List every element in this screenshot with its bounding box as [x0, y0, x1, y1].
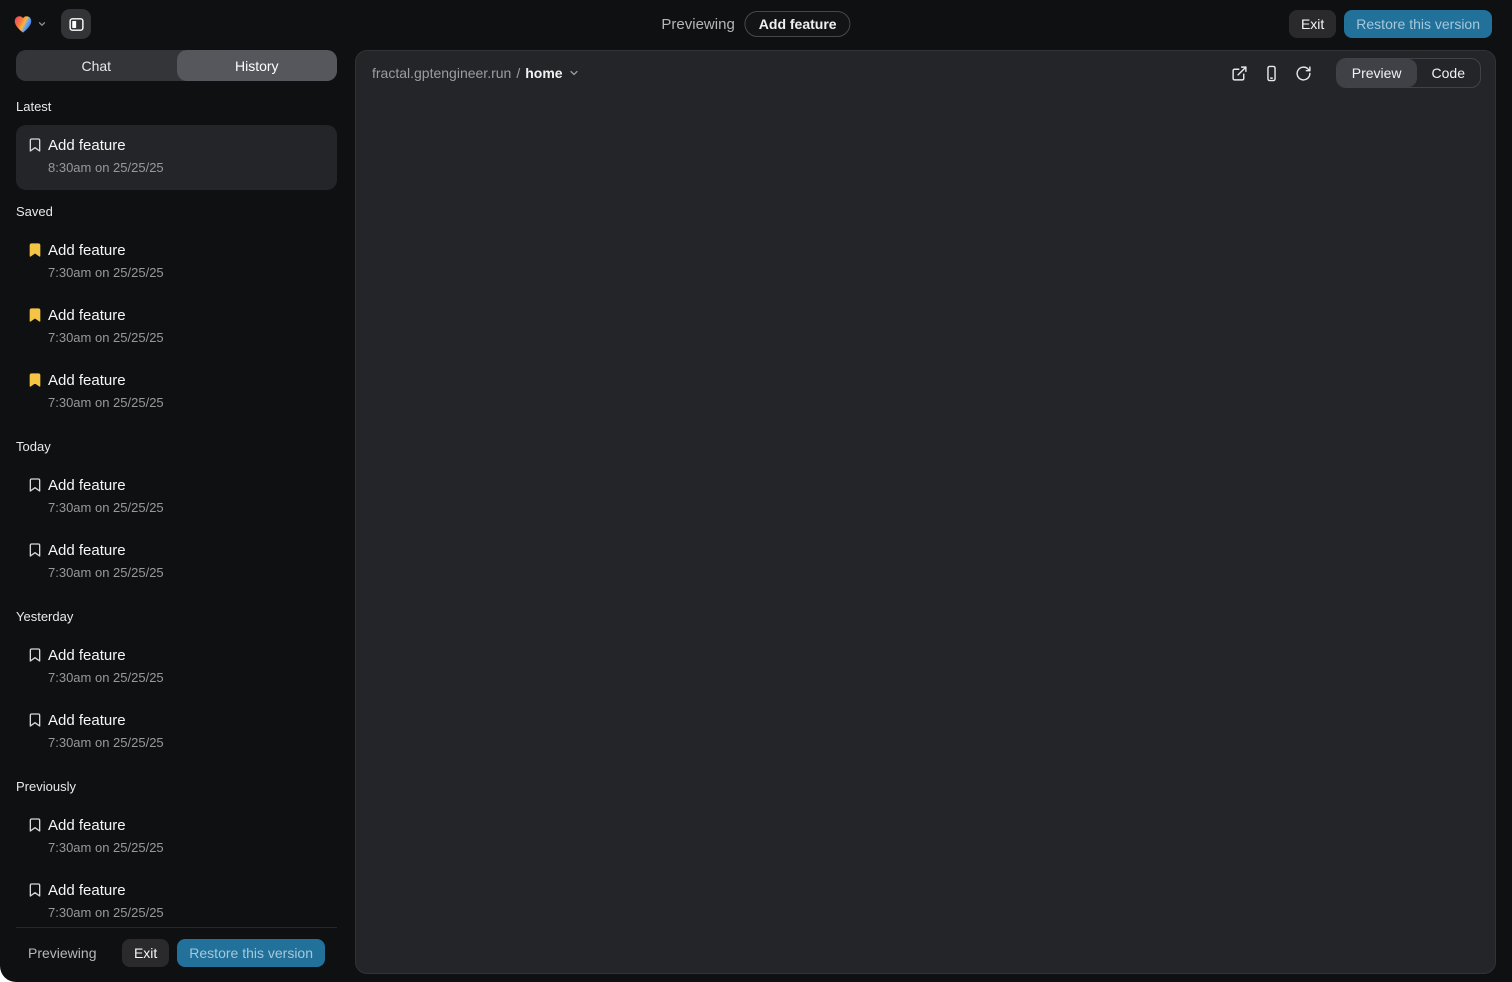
bookmark-icon [27, 542, 43, 558]
history-item[interactable]: Add feature 7:30am on 25/25/25 [16, 635, 337, 700]
bookmark-filled-icon [27, 372, 43, 388]
section-header: Saved [16, 204, 337, 220]
item-title: Add feature [48, 240, 164, 261]
footer-restore-button[interactable]: Restore this version [177, 939, 325, 967]
history-section: TodayAdd feature7:30am on 25/25/25Add fe… [16, 439, 337, 595]
sidebar-footer: Previewing Exit Restore this version [16, 927, 337, 982]
item-time: 7:30am on 25/25/25 [48, 564, 164, 581]
preview-panel-header: fractal.gptengineer.run / home Previ [356, 51, 1495, 95]
bookmark-icon [27, 647, 43, 663]
breadcrumb[interactable]: fractal.gptengineer.run / home [372, 65, 580, 81]
item-title: Add feature [48, 540, 164, 561]
history-section: PreviouslyAdd feature7:30am on 25/25/25A… [16, 779, 337, 927]
bookmark-icon [27, 137, 43, 153]
refresh-icon [1295, 65, 1312, 82]
version-history-overlay: Previewing Add feature Exit Restore this… [0, 0, 1512, 982]
item-time: 7:30am on 25/25/25 [48, 669, 164, 686]
bookmark-icon [27, 712, 43, 728]
tab-chat[interactable]: Chat [16, 50, 177, 81]
section-header: Latest [16, 99, 337, 115]
history-item[interactable]: Add feature 7:30am on 25/25/25 [16, 360, 337, 425]
history-item[interactable]: Add feature 7:30am on 25/25/25 [16, 230, 337, 295]
item-time: 7:30am on 25/25/25 [48, 904, 164, 921]
history-sidebar: ChatHistory Latest Add feature 8:30am on 2… [16, 48, 337, 982]
chevron-down-icon [568, 67, 580, 79]
panel-left-icon [68, 16, 85, 33]
footer-exit-button[interactable]: Exit [122, 939, 169, 967]
history-section: Latest Add feature 8:30am on 25/25/25 [16, 99, 337, 190]
version-badge: Add feature [745, 11, 851, 37]
open-in-new-tab-button[interactable] [1226, 59, 1254, 87]
history-section: SavedAdd feature7:30am on 25/25/25Add fe… [16, 204, 337, 425]
footer-status-label: Previewing [28, 945, 96, 961]
bookmark-icon [27, 817, 43, 833]
item-time: 7:30am on 25/25/25 [48, 839, 164, 856]
history-item[interactable]: Add feature 7:30am on 25/25/25 [16, 805, 337, 870]
item-title: Add feature [48, 135, 164, 156]
item-title: Add feature [48, 475, 164, 496]
tab-history[interactable]: History [177, 50, 338, 81]
sidebar-toggle-button[interactable] [61, 9, 91, 39]
breadcrumb-domain: fractal.gptengineer.run [372, 65, 511, 81]
item-title: Add feature [48, 815, 164, 836]
history-item[interactable]: Add feature 8:30am on 25/25/25 [16, 125, 337, 190]
section-header: Yesterday [16, 609, 337, 625]
breadcrumb-page: home [525, 65, 562, 81]
bookmark-filled-icon [27, 242, 43, 258]
item-time: 7:30am on 25/25/25 [48, 329, 164, 346]
view-toggle: PreviewCode [1336, 58, 1481, 88]
item-title: Add feature [48, 370, 164, 391]
history-item[interactable]: Add feature 7:30am on 25/25/25 [16, 700, 337, 765]
external-link-icon [1231, 65, 1248, 82]
item-time: 7:30am on 25/25/25 [48, 264, 164, 281]
previewing-label: Previewing [661, 16, 734, 33]
smartphone-icon [1263, 65, 1280, 82]
history-item[interactable]: Add feature 7:30am on 25/25/25 [16, 465, 337, 530]
section-header: Today [16, 439, 337, 455]
refresh-button[interactable] [1290, 59, 1318, 87]
exit-button[interactable]: Exit [1289, 10, 1336, 38]
sidebar-tabs: ChatHistory [16, 50, 337, 81]
workspace-menu[interactable] [12, 13, 47, 35]
preview-viewport [356, 95, 1495, 973]
topbar: Previewing Add feature Exit Restore this… [0, 0, 1512, 48]
view-toggle-preview[interactable]: Preview [1337, 59, 1417, 87]
history-list: Latest Add feature 8:30am on 25/25/25 Saved… [16, 81, 337, 927]
bookmark-icon [27, 882, 43, 898]
item-time: 7:30am on 25/25/25 [48, 734, 164, 751]
restore-version-button[interactable]: Restore this version [1344, 10, 1492, 38]
section-header: Previously [16, 779, 337, 795]
item-time: 7:30am on 25/25/25 [48, 394, 164, 411]
history-item[interactable]: Add feature 7:30am on 25/25/25 [16, 295, 337, 360]
device-preview-button[interactable] [1258, 59, 1286, 87]
item-title: Add feature [48, 880, 164, 901]
view-toggle-code[interactable]: Code [1417, 59, 1480, 87]
chevron-down-icon [37, 19, 47, 29]
item-time: 7:30am on 25/25/25 [48, 499, 164, 516]
bookmark-filled-icon [27, 307, 43, 323]
lovable-heart-icon [12, 13, 34, 35]
history-item[interactable]: Add feature 7:30am on 25/25/25 [16, 870, 337, 927]
item-time: 8:30am on 25/25/25 [48, 159, 164, 176]
item-title: Add feature [48, 305, 164, 326]
item-title: Add feature [48, 710, 164, 731]
history-section: YesterdayAdd feature7:30am on 25/25/25Ad… [16, 609, 337, 765]
preview-panel: fractal.gptengineer.run / home Previ [355, 50, 1496, 974]
breadcrumb-separator: / [516, 65, 520, 81]
bookmark-icon [27, 477, 43, 493]
item-title: Add feature [48, 645, 164, 666]
history-item[interactable]: Add feature 7:30am on 25/25/25 [16, 530, 337, 595]
